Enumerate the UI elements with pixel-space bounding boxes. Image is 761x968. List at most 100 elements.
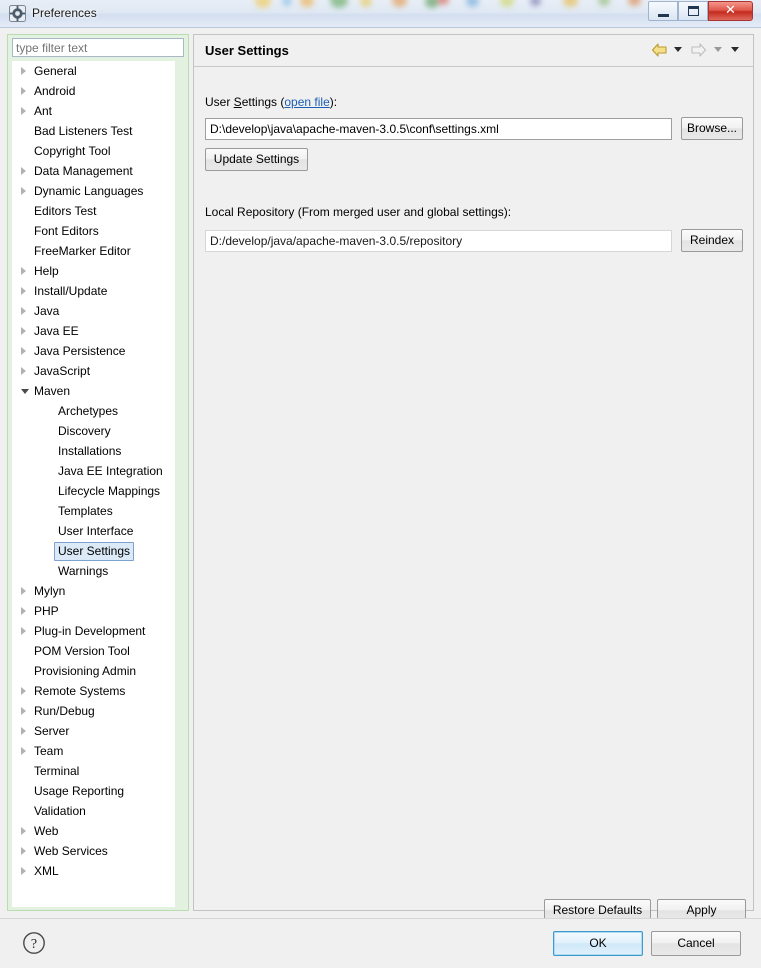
chevron-right-icon[interactable]: [21, 727, 26, 735]
preferences-tree-pane: General Android Ant Bad Listeners Test Copyr…: [7, 34, 189, 911]
sidebar-item-label: Discovery: [58, 424, 111, 438]
sidebar-item-label: General: [34, 64, 77, 78]
search-input[interactable]: [16, 41, 156, 55]
forward-arrow-icon: [691, 43, 707, 57]
sidebar-item-label: Warnings: [58, 564, 109, 578]
navigation-toolbar: [650, 42, 743, 60]
sidebar-item-label: Bad Listeners Test: [34, 124, 133, 138]
reindex-button[interactable]: Reindex: [681, 229, 743, 252]
chevron-right-icon[interactable]: [21, 627, 26, 635]
user-settings-path-input[interactable]: [205, 118, 672, 140]
chevron-right-icon[interactable]: [21, 87, 26, 95]
chevron-right-icon[interactable]: [21, 707, 26, 715]
sidebar-item-label: Java: [34, 304, 60, 318]
chevron-right-icon[interactable]: [21, 267, 26, 275]
local-repository-label: Local Repository (From merged user and g…: [205, 205, 512, 219]
filter-box[interactable]: [12, 38, 184, 57]
chevron-right-icon[interactable]: [21, 587, 26, 595]
sidebar-item-label: XML: [34, 864, 59, 878]
minimize-button[interactable]: [648, 1, 678, 21]
view-menu-chevron-down-icon[interactable]: [731, 47, 739, 53]
sidebar-item-label: Copyright Tool: [34, 144, 111, 158]
sidebar-item-label: Java Persistence: [34, 344, 126, 358]
dialog-content: General Android Ant Bad Listeners Test Copyr…: [0, 28, 761, 968]
back-history-chevron-down-icon[interactable]: [673, 47, 682, 53]
glass-speckle: [466, 0, 479, 7]
chevron-down-icon[interactable]: [21, 389, 29, 394]
chevron-right-icon[interactable]: [21, 847, 26, 855]
sidebar-item-label: JavaScript: [34, 364, 91, 378]
minimize-icon: [658, 14, 669, 17]
sidebar-item-label: PHP: [34, 604, 59, 618]
chevron-right-icon[interactable]: [21, 867, 26, 875]
sidebar-item-label: Dynamic Languages: [34, 184, 144, 198]
sidebar-item-label: POM Version Tool: [34, 644, 130, 658]
chevron-right-icon[interactable]: [21, 287, 26, 295]
sidebar-item-label: Installations: [58, 444, 122, 458]
sidebar-item-label: Font Editors: [34, 224, 99, 238]
sidebar-item-label: Help: [34, 264, 59, 278]
chevron-right-icon[interactable]: [21, 687, 26, 695]
sidebar-item-label: Run/Debug: [34, 704, 95, 718]
chevron-right-icon[interactable]: [21, 167, 26, 175]
glass-speckle: [563, 0, 578, 7]
maximize-button[interactable]: [678, 1, 708, 21]
sidebar-item-label: Remote Systems: [34, 684, 126, 698]
sidebar-item-label: Templates: [58, 504, 113, 518]
back-arrow-icon[interactable]: [651, 43, 668, 57]
glass-speckle: [360, 0, 372, 7]
close-button[interactable]: ✕: [708, 1, 753, 21]
sidebar-item-label: Android: [34, 84, 76, 98]
chevron-right-icon[interactable]: [21, 67, 26, 75]
chevron-right-icon[interactable]: [21, 107, 26, 115]
sidebar-item-label: Java EE: [34, 324, 79, 338]
user-settings-label-suffix: ettings (: [241, 95, 285, 109]
chevron-right-icon[interactable]: [21, 607, 26, 615]
page-header: User Settings: [194, 35, 753, 67]
sidebar-item-label: Archetypes: [58, 404, 119, 418]
preferences-dialog: Preferences ✕ General Android Ant Bad Liste…: [0, 0, 761, 968]
sidebar-item-label: Validation: [34, 804, 86, 818]
user-settings-label-end: ):: [329, 95, 338, 109]
user-settings-label-prefix: User: [205, 95, 234, 109]
help-icon[interactable]: ?: [22, 931, 46, 955]
user-settings-label-mnemonic: S: [233, 95, 242, 109]
glass-speckle: [300, 0, 314, 7]
window-title: Preferences: [32, 6, 97, 20]
open-file-link[interactable]: open file: [284, 95, 329, 109]
chevron-right-icon[interactable]: [21, 747, 26, 755]
page-title: User Settings: [205, 43, 289, 58]
sidebar-item-label: Usage Reporting: [34, 784, 125, 798]
chevron-right-icon[interactable]: [21, 327, 26, 335]
user-settings-label: User Settings (open file):: [205, 95, 337, 109]
chevron-right-icon[interactable]: [21, 367, 26, 375]
sidebar-item-label: Provisioning Admin: [34, 664, 137, 678]
sidebar-item-label: Lifecycle Mappings: [58, 484, 161, 498]
glass-speckle: [330, 0, 348, 8]
sidebar-item-label: Plug-in Development: [34, 624, 146, 638]
sidebar-item-label: Web Services: [34, 844, 108, 858]
sidebar-item-label: User Interface: [58, 524, 134, 538]
sidebar-item-label: Data Management: [34, 164, 133, 178]
glass-speckle: [437, 0, 449, 5]
sidebar-item-label: Mylyn: [34, 584, 66, 598]
local-repository-path-input[interactable]: [205, 230, 672, 252]
maximize-icon: [688, 6, 699, 16]
preferences-gear-icon: [9, 5, 26, 22]
chevron-right-icon[interactable]: [21, 307, 26, 315]
glass-speckle: [255, 0, 271, 8]
chevron-right-icon[interactable]: [21, 347, 26, 355]
close-icon: ✕: [725, 3, 736, 18]
sidebar-item-label: Editors Test: [34, 204, 97, 218]
chevron-right-icon[interactable]: [21, 827, 26, 835]
chevron-right-icon[interactable]: [21, 187, 26, 195]
window-titlebar: Preferences ✕: [0, 0, 761, 28]
settings-panel: User Settings User Settings (open file):: [193, 34, 754, 922]
preferences-tree[interactable]: General Android Ant Bad Listeners Test Copyr…: [12, 61, 175, 907]
ok-button[interactable]: OK: [553, 931, 643, 956]
sidebar-item-label: Maven: [34, 384, 71, 398]
update-settings-button[interactable]: Update Settings: [205, 148, 308, 171]
glass-speckle: [392, 0, 407, 7]
cancel-button[interactable]: Cancel: [651, 931, 741, 956]
browse-button[interactable]: Browse...: [681, 117, 743, 140]
